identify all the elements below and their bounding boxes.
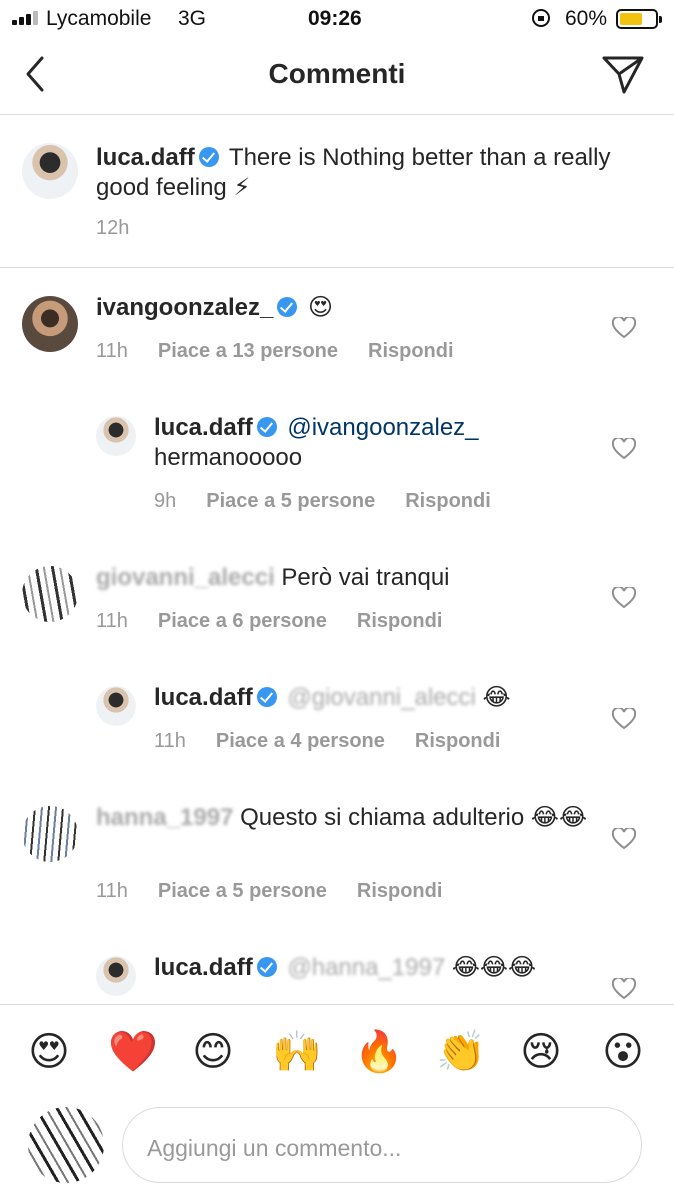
carrier-name: Lycamobile <box>46 7 152 30</box>
emoji-heart-eyes-button[interactable]: 😍 <box>26 1029 72 1075</box>
like-button[interactable] <box>612 828 636 850</box>
comment-meta: 11h Piace a 4 persone Rispondi <box>154 730 500 753</box>
likes-link[interactable]: Piace a 13 persone <box>158 340 338 363</box>
comment-text: luca.daff @hanna_1997 😂😂😂 <box>154 953 594 983</box>
comment-time: 11h <box>96 340 128 362</box>
comment-meta: 9h Piace a 5 persone Rispondi <box>154 490 491 513</box>
avatar[interactable] <box>96 416 136 456</box>
verified-badge-icon <box>256 417 277 437</box>
emoji-red-heart-button[interactable]: ❤️ <box>108 1029 158 1075</box>
verified-badge-icon <box>256 957 277 977</box>
mention-link[interactable]: @hanna_1997 <box>287 954 445 981</box>
comment-composer: Aggiungi un commento... <box>0 1100 674 1200</box>
username[interactable]: ivangoonzalez_ <box>96 294 273 321</box>
network-type: 3G <box>178 7 207 30</box>
caption-time: 12h <box>96 217 130 239</box>
mention-link[interactable]: @giovanni_alecci <box>287 684 475 711</box>
status-time: 09:26 <box>308 7 362 30</box>
paper-plane-icon <box>602 56 644 94</box>
comment-input[interactable]: Aggiungi un commento... <box>122 1107 642 1183</box>
reply-link[interactable]: Rispondi <box>357 880 443 903</box>
username[interactable]: luca.daff <box>96 144 195 171</box>
avatar[interactable] <box>96 686 136 726</box>
like-button[interactable] <box>612 978 636 1000</box>
status-bar: Lycamobile 3G 09:26 60% <box>0 0 674 38</box>
verified-badge-icon <box>198 147 219 167</box>
avatar[interactable] <box>22 296 78 352</box>
send-button[interactable] <box>600 54 646 96</box>
heart-icon <box>612 978 636 1000</box>
heart-icon <box>612 828 636 850</box>
comment-time: 9h <box>154 490 177 512</box>
reply-link[interactable]: Rispondi <box>368 340 454 363</box>
comment-meta: 11h Piace a 6 persone Rispondi <box>96 610 442 633</box>
comment-text: luca.daff @ivangoonzalez_ hermanooooo <box>154 413 594 473</box>
emoji-fire-button[interactable]: 🔥 <box>354 1029 404 1075</box>
caption-text: luca.daff There is Nothing better than a… <box>96 143 626 203</box>
post-caption: luca.daff There is Nothing better than a… <box>0 115 674 268</box>
battery-icon <box>616 9 662 29</box>
likes-link[interactable]: Piace a 5 persone <box>206 490 375 513</box>
comment-text: ivangoonzalez_ 😍 <box>96 293 596 323</box>
emoji-surprised-button[interactable]: 😮 <box>600 1029 646 1075</box>
like-button[interactable] <box>612 587 636 609</box>
comment-time: 11h <box>96 880 128 902</box>
comment-text: luca.daff @giovanni_alecci 😂 <box>154 683 594 713</box>
signal-icon <box>12 11 38 25</box>
comment-time: 11h <box>154 730 186 752</box>
comment-body: 😂😂😂 <box>451 954 537 981</box>
comment-body: Però vai tranqui <box>281 564 450 591</box>
username[interactable]: luca.daff <box>154 954 253 981</box>
verified-badge-icon <box>256 687 277 707</box>
emoji-smile-button[interactable]: 😊 <box>190 1029 236 1075</box>
comment-meta: 11h Piace a 13 persone Rispondi <box>96 340 454 363</box>
like-button[interactable] <box>612 317 636 339</box>
like-button[interactable] <box>612 708 636 730</box>
username[interactable]: giovanni_alecci <box>96 564 275 591</box>
comment-text: hanna_1997 Questo si chiama adulterio 😂😂 <box>96 803 596 833</box>
heart-icon <box>612 438 636 460</box>
avatar[interactable] <box>22 143 78 199</box>
username[interactable]: hanna_1997 <box>96 804 233 831</box>
username[interactable]: luca.daff <box>154 414 253 441</box>
rotation-lock-icon <box>532 9 550 27</box>
verified-badge-icon <box>277 297 298 317</box>
comment-body: hermanooooo <box>154 444 303 471</box>
mention-link[interactable]: @ivangoonzalez_ <box>287 414 478 441</box>
reply-link[interactable]: Rispondi <box>357 610 443 633</box>
heart-icon <box>612 708 636 730</box>
comment-meta: 11h Piace a 5 persone Rispondi <box>96 880 442 903</box>
comment-time: 11h <box>96 610 128 632</box>
emoji-quick-bar: 😍 ❤️ 😊 🙌 🔥 👏 😢 😮 <box>0 1004 674 1101</box>
likes-link[interactable]: Piace a 5 persone <box>158 880 327 903</box>
avatar <box>28 1107 104 1183</box>
like-button[interactable] <box>612 438 636 460</box>
reply-link[interactable]: Rispondi <box>415 730 501 753</box>
emoji-cry-button[interactable]: 😢 <box>518 1029 564 1075</box>
emoji-clap-button[interactable]: 👏 <box>436 1029 486 1075</box>
avatar[interactable] <box>96 956 136 996</box>
likes-link[interactable]: Piace a 6 persone <box>158 610 327 633</box>
comment-body: 😂 <box>482 684 511 711</box>
comment-text: giovanni_alecci Però vai tranqui <box>96 563 596 593</box>
page-title: Commenti <box>268 58 406 89</box>
comment-body: 😍 <box>308 294 334 321</box>
caption-meta: 12h <box>96 217 129 240</box>
emoji-raised-hands-button[interactable]: 🙌 <box>272 1029 322 1075</box>
battery-percent: 60% <box>565 7 608 30</box>
avatar[interactable] <box>22 806 78 862</box>
avatar[interactable] <box>22 566 78 622</box>
username[interactable]: luca.daff <box>154 684 253 711</box>
likes-link[interactable]: Piace a 4 persone <box>216 730 385 753</box>
nav-bar: Commenti <box>0 38 674 115</box>
comment-body: Questo si chiama adulterio 😂😂 <box>240 804 587 831</box>
heart-icon <box>612 587 636 609</box>
heart-icon <box>612 317 636 339</box>
reply-link[interactable]: Rispondi <box>405 490 491 513</box>
